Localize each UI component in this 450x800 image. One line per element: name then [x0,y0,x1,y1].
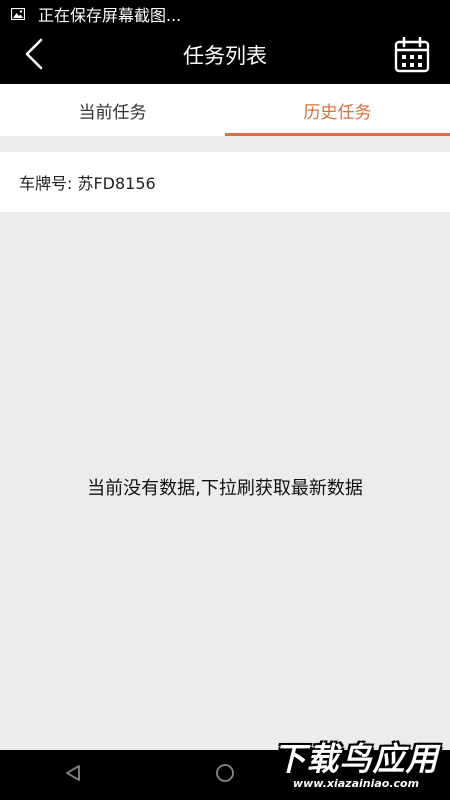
watermark-logo: 下载鸟应用 www.xiazainiao.com [266,734,446,798]
title-bar: 任务列表 [0,28,450,84]
task-tabs: 当前任务 历史任务 [0,84,450,136]
page-title: 任务列表 [183,44,267,68]
status-text: 正在保存屏幕截图... [38,6,182,25]
tab-history-tasks[interactable]: 历史任务 [225,84,450,136]
calendar-icon [394,36,430,77]
triangle-back-icon [65,764,81,786]
screen: 正在保存屏幕截图... 任务列表 当前任务 历史任务 车牌号: 苏FD8156 … [0,0,450,800]
calendar-button[interactable] [392,36,432,77]
circle-home-icon [215,763,235,787]
watermark-title: 下载鸟应用 [273,740,439,778]
watermark-url: www.xiazainiao.com [292,777,420,790]
image-icon [10,6,26,22]
plate-row: 车牌号: 苏FD8156 [0,152,450,212]
tab-current-tasks[interactable]: 当前任务 [0,84,225,136]
status-bar: 正在保存屏幕截图... [0,0,450,28]
nav-back-button[interactable] [60,762,86,788]
empty-state-message: 当前没有数据,下拉刷获取最新数据 [87,478,363,499]
nav-home-button[interactable] [212,762,238,788]
plate-number: 车牌号: 苏FD8156 [19,174,156,193]
